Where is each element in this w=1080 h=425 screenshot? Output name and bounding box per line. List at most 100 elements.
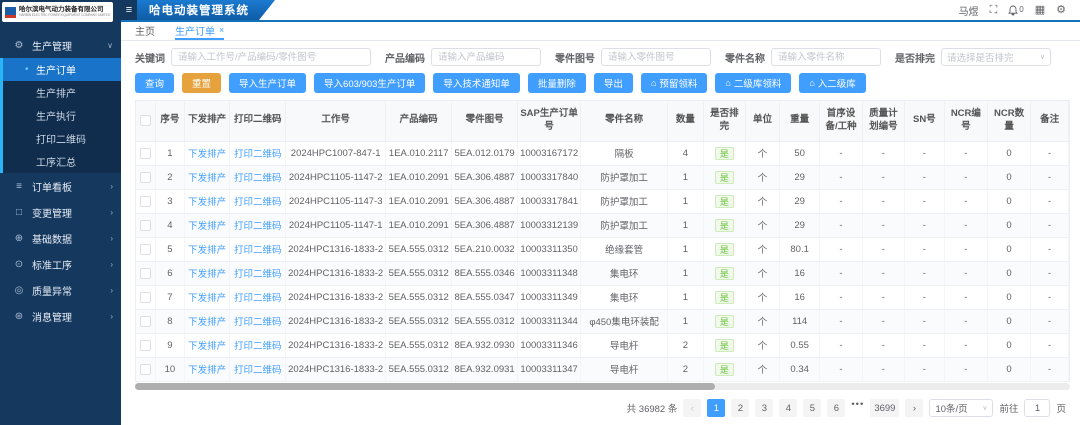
user-name[interactable]: 马煜	[959, 3, 979, 18]
close-icon[interactable]: ×	[219, 25, 224, 35]
reset-button[interactable]: 重置	[182, 73, 221, 93]
row-checkbox[interactable]	[140, 148, 151, 159]
cell-weight: 16	[780, 261, 820, 285]
page-ellipsis[interactable]: •••	[851, 399, 864, 417]
gear-icon[interactable]: ⚙	[1056, 5, 1066, 16]
cell-weight: 80.1	[780, 237, 820, 261]
page-size-select[interactable]: 10条/页 ∨	[929, 399, 993, 417]
print-qrcode-link[interactable]: 打印二维码	[230, 165, 286, 189]
print-qrcode-link[interactable]: 打印二维码	[230, 309, 286, 333]
fullscreen-icon[interactable]: ⛶	[990, 5, 998, 16]
sidebar-item-production[interactable]: ⚙生产管理∨	[0, 32, 121, 58]
reserve-material-button[interactable]: ⌂预留领料	[641, 73, 707, 93]
row-checkbox[interactable]	[140, 364, 151, 375]
print-qrcode-link[interactable]: 打印二维码	[230, 189, 286, 213]
row-checkbox[interactable]	[140, 268, 151, 279]
page-button-2[interactable]: 2	[731, 399, 749, 417]
print-qrcode-link[interactable]: 打印二维码	[230, 141, 286, 165]
sidebar-item-message-mgmt[interactable]: ⊛消息管理›	[0, 303, 121, 329]
part-name-input[interactable]	[771, 48, 881, 66]
horizontal-scrollbar[interactable]	[135, 383, 1070, 390]
dispatch-link[interactable]: 下发排产	[184, 237, 230, 261]
into-level2-button[interactable]: ⌂入二级库	[799, 73, 865, 93]
sidebar-item-change-mgmt[interactable]: □变更管理›	[0, 199, 121, 225]
product-code-input[interactable]	[431, 48, 541, 66]
cell-part_name: 隔板	[581, 141, 668, 165]
filter-field-keyword: 关键词	[135, 48, 371, 66]
page-button-1[interactable]: 1	[707, 399, 725, 417]
scheduled-cell: 是	[703, 261, 745, 285]
select-all-checkbox[interactable]	[140, 115, 151, 126]
print-qrcode-link[interactable]: 打印二维码	[230, 285, 286, 309]
cell-part_no: 5EA.012.0179	[452, 141, 518, 165]
row-checkbox[interactable]	[140, 172, 151, 183]
filter-label: 是否排完	[895, 50, 935, 65]
row-checkbox[interactable]	[140, 244, 151, 255]
dispatch-link[interactable]: 下发排产	[184, 285, 230, 309]
row-checkbox[interactable]	[140, 340, 151, 351]
dispatch-link[interactable]: 下发排产	[184, 333, 230, 357]
sidebar-item-order-board[interactable]: ≡订单看板›	[0, 173, 121, 199]
next-page-button[interactable]: ›	[905, 399, 923, 417]
sidebar-item-standard-process[interactable]: ⊙标准工序›	[0, 251, 121, 277]
import-notice-button[interactable]: 导入技术通知单	[433, 73, 520, 93]
level2-material-button[interactable]: ⌂二级库领料	[715, 73, 791, 93]
sidebar-subitem[interactable]: 生产排产	[3, 81, 121, 104]
print-qrcode-link[interactable]: 打印二维码	[230, 333, 286, 357]
cell-sap_no: 10003317840	[518, 165, 581, 189]
cell-part_name: 集电环	[581, 285, 668, 309]
page-button-5[interactable]: 5	[803, 399, 821, 417]
sidebar-subitem[interactable]: •生产订单	[3, 58, 121, 81]
import-order-button[interactable]: 导入生产订单	[229, 73, 306, 93]
keyword-input[interactable]	[171, 48, 371, 66]
page-button-3699[interactable]: 3699	[870, 399, 899, 417]
batch-delete-button[interactable]: 批量删除	[528, 73, 586, 93]
tab-生产订单[interactable]: 生产订单×	[175, 22, 224, 40]
row-checkbox[interactable]	[140, 292, 151, 303]
dispatch-link[interactable]: 下发排产	[184, 309, 230, 333]
part-no-input[interactable]	[601, 48, 711, 66]
submenu-label: 生产执行	[36, 108, 76, 123]
dispatch-link[interactable]: 下发排产	[184, 213, 230, 237]
cell-work_no: 2024HPC1316-1833-2	[286, 261, 386, 285]
page-button-4[interactable]: 4	[779, 399, 797, 417]
table-header-row: 序号下发排产打印二维码工作号产品编码零件图号SAP生产订单号零件名称数量是否排完…	[136, 101, 1069, 141]
row-checkbox[interactable]	[140, 316, 151, 327]
bell-icon[interactable]: 0	[1008, 5, 1023, 16]
cell-part_no: 8EA.555.0346	[452, 261, 518, 285]
sidebar-item-quality-exception[interactable]: ◎质量异常›	[0, 277, 121, 303]
sidebar-subitem[interactable]: 生产执行	[3, 104, 121, 127]
search-button[interactable]: 查询	[135, 73, 174, 93]
chevron-right-icon: ›	[110, 286, 113, 295]
sidebar-item-base-data[interactable]: ⊕基础数据›	[0, 225, 121, 251]
row-checkbox[interactable]	[140, 196, 151, 207]
dispatch-link[interactable]: 下发排产	[184, 357, 230, 381]
scrollbar-thumb[interactable]	[135, 383, 715, 390]
row-checkbox[interactable]	[140, 220, 151, 231]
goto-page-input[interactable]	[1024, 399, 1050, 417]
cell-ncr_no: -	[944, 309, 987, 333]
hamburger-menu-icon[interactable]: ≡	[121, 0, 137, 20]
dispatch-link[interactable]: 下发排产	[184, 165, 230, 189]
cell-weight: 50	[780, 141, 820, 165]
dispatch-link[interactable]: 下发排产	[184, 141, 230, 165]
scheduled-select[interactable]: 请选择是否排完∨	[941, 48, 1051, 66]
grid-apps-icon[interactable]: ▦	[1035, 5, 1045, 16]
cell-ncr_no: -	[944, 141, 987, 165]
cell-ncr_qty: 0	[987, 333, 1030, 357]
import-603-button[interactable]: 导入603/903生产订单	[314, 73, 425, 93]
sidebar-subitem[interactable]: 打印二维码	[3, 127, 121, 150]
sidebar-subitem[interactable]: 工序汇总	[3, 150, 121, 173]
dispatch-link[interactable]: 下发排产	[184, 261, 230, 285]
export-button[interactable]: 导出	[594, 73, 633, 93]
print-qrcode-link[interactable]: 打印二维码	[230, 261, 286, 285]
page-button-6[interactable]: 6	[827, 399, 845, 417]
filter-label: 零件图号	[555, 50, 595, 65]
prev-page-button[interactable]: ‹	[683, 399, 701, 417]
print-qrcode-link[interactable]: 打印二维码	[230, 213, 286, 237]
page-button-3[interactable]: 3	[755, 399, 773, 417]
dispatch-link[interactable]: 下发排产	[184, 189, 230, 213]
print-qrcode-link[interactable]: 打印二维码	[230, 237, 286, 261]
tab-主页[interactable]: 主页	[135, 22, 155, 40]
print-qrcode-link[interactable]: 打印二维码	[230, 357, 286, 381]
